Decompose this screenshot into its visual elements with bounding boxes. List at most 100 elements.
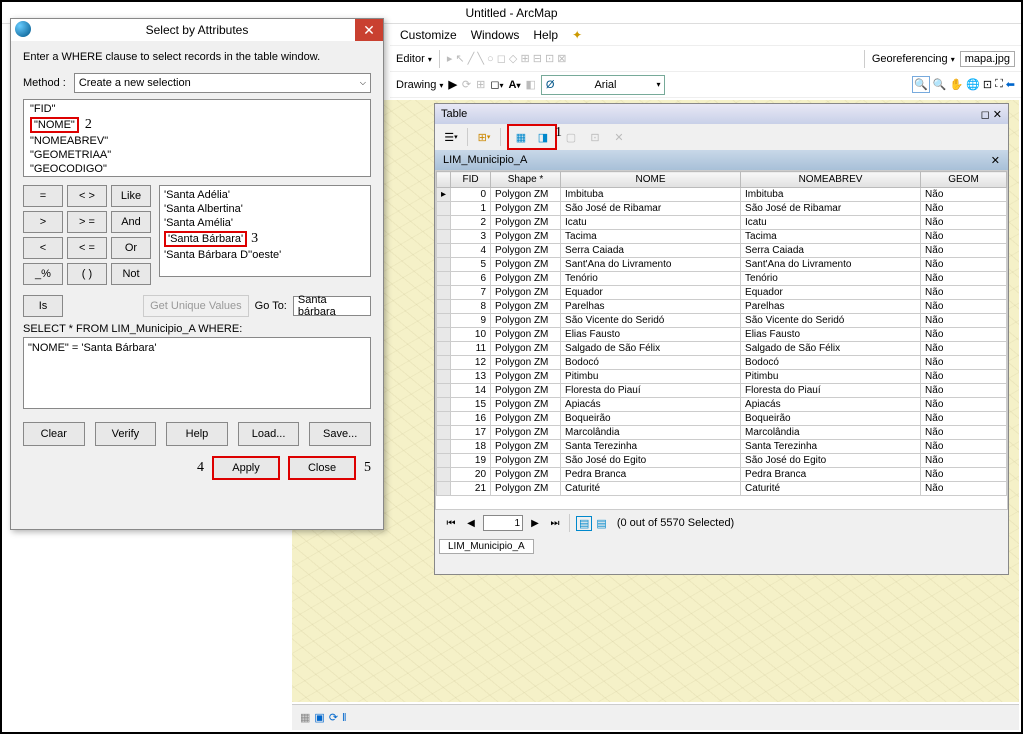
op-gt[interactable]: >: [23, 211, 63, 233]
table-scroll[interactable]: FID Shape * NOME NOMEABREV GEOM ▸0Polygo…: [435, 170, 1008, 510]
table-row[interactable]: 4Polygon ZMSerra CaiadaSerra CaiadaNão: [437, 244, 1007, 258]
col-fid[interactable]: FID: [451, 172, 491, 188]
field-nome[interactable]: "NOME"2: [28, 116, 366, 134]
drawing-dropdown[interactable]: Drawing ▾: [396, 79, 443, 91]
layer-close-icon[interactable]: ✕: [991, 154, 1000, 167]
zoom-selection-icon[interactable]: ⊡: [585, 127, 605, 147]
op-like[interactable]: Like: [111, 185, 151, 207]
col-nomeabrev[interactable]: NOMEABREV: [741, 172, 921, 188]
clear-button[interactable]: Clear: [23, 422, 85, 446]
menu-icon[interactable]: ✦: [572, 28, 582, 42]
table-row[interactable]: 5Polygon ZMSant'Ana do LivramentoSant'An…: [437, 258, 1007, 272]
col-rowselector[interactable]: [437, 172, 451, 188]
related-tables-icon[interactable]: ⊞▾: [474, 127, 494, 147]
value-item[interactable]: 'Santa Bárbara'3: [164, 230, 366, 248]
clear-selection-icon[interactable]: ▢: [561, 127, 581, 147]
table-row[interactable]: 12Polygon ZMBodocóBodocóNão: [437, 356, 1007, 370]
table-row[interactable]: 17Polygon ZMMarcolândiaMarcolândiaNão: [437, 426, 1007, 440]
field-fid[interactable]: "FID": [28, 102, 366, 116]
table-row[interactable]: 21Polygon ZMCaturitéCaturitéNão: [437, 482, 1007, 496]
table-titlebar[interactable]: Table ◻ ✕: [435, 104, 1008, 124]
back-arrow-icon[interactable]: ⬅: [1006, 78, 1015, 91]
grid-icon[interactable]: ⊞: [476, 78, 485, 91]
table-row[interactable]: 2Polygon ZMIcatuIcatuNão: [437, 216, 1007, 230]
table-row[interactable]: 14Polygon ZMFloresta do PiauíFloresta do…: [437, 384, 1007, 398]
table-row[interactable]: 7Polygon ZMEquadorEquadorNão: [437, 286, 1007, 300]
pause-icon[interactable]: ‖: [342, 712, 347, 724]
table-row[interactable]: ▸0Polygon ZMImbitubaImbitubaNão: [437, 188, 1007, 202]
georeferencing-dropdown[interactable]: Georeferencing ▾: [872, 53, 955, 65]
op-not[interactable]: Not: [111, 263, 151, 285]
col-nome[interactable]: NOME: [561, 172, 741, 188]
save-button[interactable]: Save...: [309, 422, 371, 446]
layout-view-icon[interactable]: ▦: [300, 711, 310, 724]
col-shape[interactable]: Shape *: [491, 172, 561, 188]
nav-last-icon[interactable]: ⏭: [547, 515, 563, 531]
table-row[interactable]: 16Polygon ZMBoqueirãoBoqueirãoNão: [437, 412, 1007, 426]
values-list[interactable]: 'Santa Adélia' 'Santa Albertina' 'Santa …: [159, 185, 371, 277]
geo-file-select[interactable]: mapa.jpg: [960, 51, 1015, 67]
text-tool-icon[interactable]: A▾: [509, 79, 521, 91]
method-select[interactable]: Create a new selection⌵: [74, 73, 371, 93]
op-gte[interactable]: > =: [67, 211, 107, 233]
dialog-close-icon[interactable]: ✕: [355, 19, 383, 41]
value-item[interactable]: 'Santa Albertina': [164, 202, 366, 216]
table-row[interactable]: 3Polygon ZMTacimaTacimaNão: [437, 230, 1007, 244]
value-item[interactable]: 'Santa Bárbara D''oeste': [164, 248, 366, 262]
table-row[interactable]: 18Polygon ZMSanta TerezinhaSanta Terezin…: [437, 440, 1007, 454]
op-and[interactable]: And: [111, 211, 151, 233]
field-geometriaa[interactable]: "GEOMETRIAA": [28, 148, 366, 162]
rotate-icon[interactable]: ⟳: [462, 78, 471, 91]
op-neq[interactable]: < >: [67, 185, 107, 207]
help-button[interactable]: Help: [166, 422, 228, 446]
show-all-icon[interactable]: ▤: [576, 516, 592, 531]
value-item[interactable]: 'Santa Adélia': [164, 188, 366, 202]
table-row[interactable]: 15Polygon ZMApiacásApiacásNão: [437, 398, 1007, 412]
nav-prev-icon[interactable]: ◀: [463, 515, 479, 531]
table-row[interactable]: 11Polygon ZMSalgado de São FélixSalgado …: [437, 342, 1007, 356]
extent-icon[interactable]: ⊡: [983, 78, 992, 91]
op-is[interactable]: Is: [23, 295, 63, 317]
op-paren[interactable]: ( ): [67, 263, 107, 285]
op-lte[interactable]: < =: [67, 237, 107, 259]
nav-first-icon[interactable]: ⏮: [443, 515, 459, 531]
window-close-icon[interactable]: ✕: [993, 109, 1002, 121]
field-list[interactable]: "FID" "NOME"2 "NOMEABREV" "GEOMETRIAA" "…: [23, 99, 371, 177]
where-clause-input[interactable]: [23, 337, 371, 409]
close-button[interactable]: Close: [288, 456, 356, 480]
op-pct[interactable]: _%: [23, 263, 63, 285]
refresh-icon[interactable]: ⟳: [329, 711, 338, 724]
zoom-in-icon[interactable]: 🔍: [912, 76, 930, 93]
delete-icon[interactable]: ✕: [609, 127, 629, 147]
zoom-out-icon[interactable]: 🔍: [933, 78, 947, 91]
load-button[interactable]: Load...: [238, 422, 300, 446]
color-icon[interactable]: ◧: [525, 78, 535, 91]
table-row[interactable]: 1Polygon ZMSão José de RibamarSão José d…: [437, 202, 1007, 216]
verify-button[interactable]: Verify: [95, 422, 157, 446]
field-nomeabrev[interactable]: "NOMEABREV": [28, 134, 366, 148]
table-row[interactable]: 10Polygon ZMElias FaustoElias FaustoNão: [437, 328, 1007, 342]
table-row[interactable]: 19Polygon ZMSão José do EgitoSão José do…: [437, 454, 1007, 468]
nav-next-icon[interactable]: ▶: [527, 515, 543, 531]
col-geom[interactable]: GEOM: [921, 172, 1007, 188]
table-row[interactable]: 6Polygon ZMTenórioTenórioNão: [437, 272, 1007, 286]
table-row[interactable]: 13Polygon ZMPitimbuPitimbuNão: [437, 370, 1007, 384]
field-geocodigo[interactable]: "GEOCODIGO": [28, 162, 366, 176]
font-select[interactable]: ØArial▾: [541, 75, 666, 95]
table-row[interactable]: 20Polygon ZMPedra BrancaPedra BrancaNão: [437, 468, 1007, 482]
window-restore-icon[interactable]: ◻: [981, 109, 990, 121]
fullscreen-icon[interactable]: ⛶: [995, 78, 1003, 91]
pan-icon[interactable]: ✋: [949, 78, 963, 91]
data-view-icon[interactable]: ▣: [314, 711, 324, 724]
show-selected-icon[interactable]: ▤: [596, 517, 606, 530]
table-row[interactable]: 9Polygon ZMSão Vicente do SeridóSão Vice…: [437, 314, 1007, 328]
globe-icon[interactable]: 🌐: [966, 78, 980, 91]
switch-selection-icon[interactable]: ◨: [533, 127, 553, 147]
goto-input[interactable]: Santa bárbara: [293, 296, 371, 316]
rect-dropdown-icon[interactable]: ◻▾: [490, 78, 503, 91]
menu-windows[interactable]: Windows: [471, 28, 520, 42]
menu-help[interactable]: Help: [533, 28, 558, 42]
get-unique-values-button[interactable]: Get Unique Values: [143, 295, 249, 317]
pointer-tool-icon[interactable]: ▶: [448, 78, 456, 91]
nav-page-input[interactable]: [483, 515, 523, 531]
